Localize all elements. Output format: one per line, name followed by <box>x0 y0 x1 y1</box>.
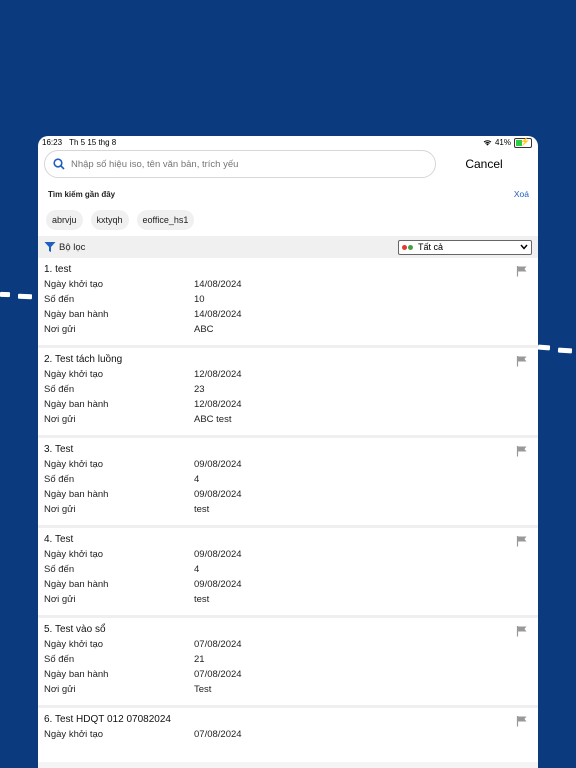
number-value: 4 <box>194 474 200 485</box>
issued-label: Ngày ban hành <box>44 669 109 680</box>
decor-dash <box>0 291 11 298</box>
created-label: Ngày khởi tạo <box>44 279 104 290</box>
number-value: 10 <box>194 294 205 305</box>
list-item[interactable]: 4. Test Ngày khởi tạo 09/08/2024 Số đến 4 … <box>38 528 538 618</box>
created-value: 07/08/2024 <box>194 729 242 740</box>
recent-chip[interactable]: kxtyqh <box>90 210 129 230</box>
list-item[interactable]: 3. Test Ngày khởi tạo 09/08/2024 Số đến 4 … <box>38 438 538 528</box>
item-title: 2. Test tách luồng <box>44 354 123 365</box>
sender-label: Nơi gửi <box>44 684 76 695</box>
number-value: 21 <box>194 654 205 665</box>
item-title: 4. Test <box>44 534 74 545</box>
recent-chips: abrvju kxtyqh eoffice_hs1 <box>38 210 538 230</box>
search-icon <box>53 158 65 170</box>
number-label: Số đến <box>44 384 75 395</box>
ipad-screen: 16:23 Th 5 15 thg 8 41% ⚡ Cancel Tìm kiế… <box>38 136 538 768</box>
issued-label: Ngày ban hành <box>44 489 109 500</box>
sender-value: Test <box>194 684 212 695</box>
issued-label: Ngày ban hành <box>44 579 109 590</box>
issued-value: 09/08/2024 <box>194 579 242 590</box>
number-value: 4 <box>194 564 200 575</box>
item-title: 1. test <box>44 264 72 275</box>
sender-value: test <box>194 504 210 515</box>
search-row: Cancel <box>38 149 538 179</box>
flag-icon[interactable] <box>516 355 528 367</box>
created-value: 14/08/2024 <box>194 279 242 290</box>
flag-icon[interactable] <box>516 625 528 637</box>
decor-dash <box>557 347 573 354</box>
sender-label: Nơi gửi <box>44 504 76 515</box>
status-date: Th 5 15 thg 8 <box>69 138 117 147</box>
battery-icon: ⚡ <box>514 137 532 148</box>
issued-label: Ngày ban hành <box>44 309 109 320</box>
battery-percent: 41% <box>494 138 511 147</box>
created-label: Ngày khởi tạo <box>44 549 104 560</box>
flag-icon[interactable] <box>516 715 528 727</box>
number-value: 23 <box>194 384 205 395</box>
recent-header: Tìm kiếm gần đây Xoá <box>38 187 538 201</box>
status-dots-icon <box>402 244 414 250</box>
created-value: 09/08/2024 <box>194 459 242 470</box>
decor-dash <box>537 344 551 351</box>
created-value: 09/08/2024 <box>194 549 242 560</box>
number-label: Số đến <box>44 564 75 575</box>
created-value: 12/08/2024 <box>194 369 242 380</box>
chevron-down-icon <box>520 244 528 250</box>
number-label: Số đến <box>44 654 75 665</box>
status-select-value: Tất cả <box>418 242 444 252</box>
flag-icon[interactable] <box>516 445 528 457</box>
search-box[interactable] <box>44 150 436 178</box>
filter-button[interactable]: Bộ lọc <box>44 241 85 253</box>
issued-value: 07/08/2024 <box>194 669 242 680</box>
document-list: 1. test Ngày khởi tạo 14/08/2024 Số đến 10… <box>38 258 538 768</box>
filter-label: Bộ lọc <box>59 241 86 253</box>
status-bar: 16:23 Th 5 15 thg 8 41% ⚡ <box>38 136 538 149</box>
sender-value: ABC test <box>194 414 232 425</box>
number-label: Số đến <box>44 474 75 485</box>
sender-label: Nơi gửi <box>44 414 76 425</box>
recent-title: Tìm kiếm gần đây <box>48 189 116 199</box>
filter-bar: Bộ lọc Tất cả <box>38 236 538 258</box>
list-item[interactable]: 5. Test vào sổ Ngày khởi tạo 07/08/2024 S… <box>38 618 538 708</box>
recent-chip[interactable]: eoffice_hs1 <box>136 210 195 230</box>
list-item[interactable]: 6. Test HDQT 012 07082024 Ngày khởi tạo 0… <box>38 708 538 768</box>
sender-value: ABC <box>194 324 214 335</box>
issued-value: 09/08/2024 <box>194 489 242 500</box>
status-select[interactable]: Tất cả <box>398 239 532 255</box>
decor-dash <box>17 293 33 300</box>
item-title: 3. Test <box>44 444 74 455</box>
created-label: Ngày khởi tạo <box>44 729 104 740</box>
search-input[interactable] <box>69 157 427 171</box>
created-label: Ngày khởi tạo <box>44 459 104 470</box>
issued-value: 12/08/2024 <box>194 399 242 410</box>
item-title: 6. Test HDQT 012 07082024 <box>44 714 171 725</box>
filter-icon <box>44 242 56 252</box>
created-value: 07/08/2024 <box>194 639 242 650</box>
list-item[interactable]: 1. test Ngày khởi tạo 14/08/2024 Số đến 10… <box>38 258 538 348</box>
tab-bar <box>38 762 538 768</box>
wifi-icon <box>483 140 492 146</box>
clear-recent-button[interactable]: Xoá <box>514 189 529 199</box>
item-title: 5. Test vào sổ <box>44 624 106 635</box>
recent-chip[interactable]: abrvju <box>46 210 83 230</box>
cancel-button[interactable]: Cancel <box>436 157 532 171</box>
list-item[interactable]: 2. Test tách luồng Ngày khởi tạo 12/08/20… <box>38 348 538 438</box>
issued-value: 14/08/2024 <box>194 309 242 320</box>
created-label: Ngày khởi tạo <box>44 369 104 380</box>
issued-label: Ngày ban hành <box>44 399 109 410</box>
sender-label: Nơi gửi <box>44 324 76 335</box>
sender-value: test <box>194 594 210 605</box>
number-label: Số đến <box>44 294 75 305</box>
created-label: Ngày khởi tạo <box>44 639 104 650</box>
sender-label: Nơi gửi <box>44 594 76 605</box>
status-time: 16:23 <box>42 138 63 147</box>
flag-icon[interactable] <box>516 265 528 277</box>
flag-icon[interactable] <box>516 535 528 547</box>
